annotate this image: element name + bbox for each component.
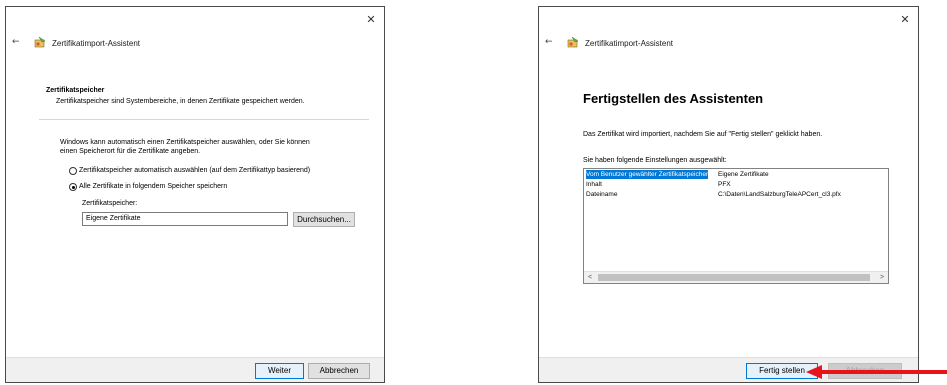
settings-label: Sie haben folgende Einstellungen ausgewä… (583, 157, 727, 164)
certificate-store-dialog: ✕ ← Zertifikatimport-Assistent Zertifika… (5, 6, 385, 383)
settings-key: Vom Benutzer gewählter Zertifikatspeiche… (586, 170, 709, 179)
radio-auto-store-label[interactable]: Zertifikatspeicher automatisch auswählen… (79, 167, 310, 174)
section-title: Zertifikatspeicher (46, 87, 105, 94)
dialog-footer: Weiter Abbrechen (6, 357, 384, 382)
close-icon[interactable]: ✕ (364, 13, 378, 27)
red-pointer-arrow (806, 365, 947, 379)
finish-wizard-dialog: ✕ ← Zertifikatimport-Assistent Fertigste… (538, 6, 919, 383)
back-arrow-icon[interactable]: ← (12, 37, 20, 47)
info-line-1: Windows kann automatisch einen Zertifika… (60, 139, 310, 146)
settings-value: Eigene Zertifikate (718, 171, 769, 178)
scroll-thumb[interactable] (598, 274, 870, 281)
header-divider (39, 119, 369, 120)
cancel-button[interactable]: Abbrechen (308, 363, 370, 379)
store-field-label: Zertifikatspeicher: (82, 200, 138, 207)
horizontal-scrollbar[interactable]: < > (584, 271, 888, 283)
settings-listbox[interactable]: Vom Benutzer gewählter Zertifikatspeiche… (583, 168, 889, 284)
finish-heading: Fertigstellen des Assistenten (583, 91, 764, 106)
close-icon[interactable]: ✕ (898, 13, 912, 27)
settings-value: C:\Daten\LandSalzburgTeleAPCert_cl3.pfx (718, 191, 841, 198)
certificate-wizard-icon (34, 36, 46, 48)
settings-key: Inhalt (586, 181, 602, 188)
browse-button[interactable]: Durchsuchen... (293, 212, 355, 227)
store-input[interactable]: Eigene Zertifikate (82, 212, 288, 226)
settings-key: Dateiname (586, 191, 618, 198)
radio-auto-store[interactable] (69, 167, 77, 175)
next-button[interactable]: Weiter (255, 363, 304, 379)
wizard-title: Zertifikatimport-Assistent (585, 39, 674, 48)
certificate-wizard-icon (567, 36, 579, 48)
radio-manual-store-label[interactable]: Alle Zertifikate in folgendem Speicher s… (79, 183, 227, 190)
scroll-right-icon[interactable]: > (876, 272, 888, 283)
settings-value: PFX (718, 181, 731, 188)
info-line-2: einen Speicherort für die Zertifikate an… (60, 148, 201, 155)
section-description: Zertifikatspeicher sind Systembereiche, … (56, 98, 305, 105)
scroll-left-icon[interactable]: < (584, 272, 596, 283)
wizard-title: Zertifikatimport-Assistent (52, 39, 141, 48)
finish-info-text: Das Zertifikat wird importiert, nachdem … (583, 131, 823, 138)
radio-manual-store[interactable] (69, 183, 77, 191)
back-arrow-icon[interactable]: ← (545, 37, 553, 47)
